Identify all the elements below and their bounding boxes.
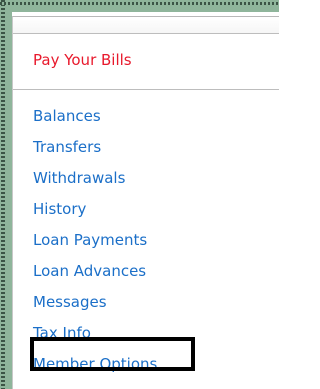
menu-item-balances[interactable]: Balances xyxy=(33,105,157,136)
menu-item-transfers[interactable]: Transfers xyxy=(33,136,157,167)
menu-item-messages[interactable]: Messages xyxy=(33,291,157,322)
navigation-panel: Pay Your Bills Balances Transfers Withdr… xyxy=(12,16,279,389)
account-menu: Balances Transfers Withdrawals History L… xyxy=(33,105,157,384)
menu-item-history[interactable]: History xyxy=(33,198,157,229)
pay-your-bills-link[interactable]: Pay Your Bills xyxy=(33,51,132,69)
menu-item-member-options[interactable]: Member Options xyxy=(33,353,157,384)
menu-divider xyxy=(13,89,279,90)
frame-dashed-edge-top xyxy=(0,2,279,5)
menu-item-withdrawals[interactable]: Withdrawals xyxy=(33,167,157,198)
page: Pay Your Bills Balances Transfers Withdr… xyxy=(0,0,279,389)
menu-item-tax-info[interactable]: Tax Info xyxy=(33,322,157,353)
panel-header-strip xyxy=(13,17,279,34)
frame-dashed-edge-left xyxy=(1,0,5,389)
menu-item-loan-payments[interactable]: Loan Payments xyxy=(33,229,157,260)
menu-item-loan-advances[interactable]: Loan Advances xyxy=(33,260,157,291)
